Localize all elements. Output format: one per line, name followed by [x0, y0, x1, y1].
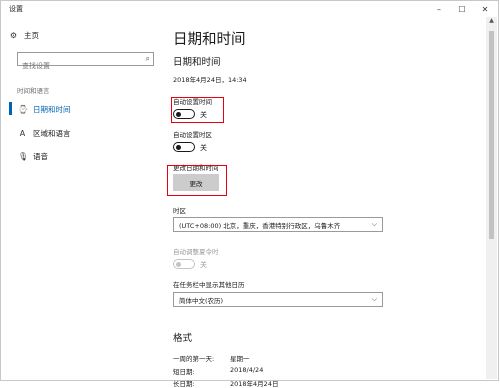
dst-label: 自动调整夏令时: [173, 248, 219, 256]
group-label: 时间和语言: [17, 87, 50, 95]
calendar-dropdown[interactable]: 简体中文(农历) ⌵: [173, 292, 383, 307]
dst-state: 关: [200, 261, 207, 269]
auto-timezone-label: 自动设置时区: [173, 131, 212, 139]
scrollbar[interactable]: ▲: [486, 17, 497, 379]
sidebar-item-label: 区域和语言: [33, 129, 71, 138]
highlight-box-auto-time: [171, 97, 224, 123]
calendar-value: 简体中文(农历): [179, 296, 224, 305]
window-title: 设置: [9, 5, 23, 13]
region-language-icon: A: [19, 129, 26, 138]
timezone-dropdown[interactable]: (UTC+08:00) 北京，重庆，香港特别行政区，乌鲁木齐 ⌵: [173, 217, 383, 232]
search-input[interactable]: [18, 60, 137, 72]
selected-indicator: [9, 102, 12, 115]
sidebar-item-speech[interactable]: 🎙 语音: [18, 151, 48, 162]
maximize-button[interactable]: ☐: [451, 1, 473, 17]
toggle-knob: [176, 144, 181, 150]
dst-toggle[interactable]: [173, 259, 195, 269]
sidebar-item-region[interactable]: A 区域和语言: [18, 128, 71, 139]
scroll-up-icon[interactable]: ▲: [486, 17, 497, 27]
scrollbar-thumb[interactable]: [489, 31, 494, 239]
highlight-box-change: [167, 165, 227, 196]
chevron-down-icon: ⌵: [371, 295, 377, 303]
timezone-value: (UTC+08:00) 北京，重庆，香港特别行政区，乌鲁木齐: [179, 221, 341, 230]
sidebar-item-label: 日期和时间: [33, 105, 71, 114]
minimize-button[interactable]: –: [428, 1, 450, 17]
timezone-label: 时区: [173, 207, 186, 215]
format-key: 一周的第一天:: [173, 355, 215, 363]
microphone-icon: 🎙: [18, 152, 29, 161]
sidebar: ⚙ 主页 ⌕ 时间和语言 ⌚ 日期和时间 A 区域和语言 🎙 语音: [1, 17, 163, 380]
current-datetime: 2018年4月24日，14:34: [173, 76, 247, 84]
gear-icon: ⚙: [9, 31, 18, 40]
page-title: 日期和时间: [173, 32, 246, 48]
format-key: 短日期:: [173, 368, 195, 376]
settings-window: 设置 – ☐ ✕ ⚙ 主页 ⌕ 时间和语言 ⌚ 日期和时间 A 区域和语言 🎙 …: [0, 0, 499, 388]
sidebar-item-datetime[interactable]: ⌚ 日期和时间: [18, 104, 71, 115]
search-box[interactable]: ⌕: [17, 52, 154, 72]
format-value: 星期一: [230, 355, 250, 363]
title-bar: 设置 – ☐ ✕: [1, 1, 498, 17]
format-title: 格式: [173, 333, 193, 344]
taskbar-calendar-label: 在任务栏中显示其他日历: [173, 281, 245, 289]
calendar-clock-icon: ⌚: [18, 105, 28, 114]
format-value: 2018/4/24: [230, 366, 264, 374]
nav-home[interactable]: ⚙ 主页: [9, 30, 39, 41]
search-icon[interactable]: ⌕: [146, 54, 150, 64]
nav-home-label: 主页: [24, 31, 39, 40]
main-content: 日期和时间 日期和时间 2018年4月24日，14:34 自动设置时间 关 自动…: [163, 17, 486, 388]
close-button[interactable]: ✕: [474, 1, 496, 17]
format-value: 2018年4月24日: [230, 380, 279, 388]
auto-timezone-toggle[interactable]: [173, 142, 195, 152]
format-key: 长日期:: [173, 380, 195, 388]
auto-timezone-state: 关: [200, 144, 207, 152]
sidebar-item-label: 语音: [33, 152, 48, 161]
toggle-knob: [176, 261, 181, 267]
section-title: 日期和时间: [173, 57, 221, 68]
chevron-down-icon: ⌵: [371, 220, 377, 228]
